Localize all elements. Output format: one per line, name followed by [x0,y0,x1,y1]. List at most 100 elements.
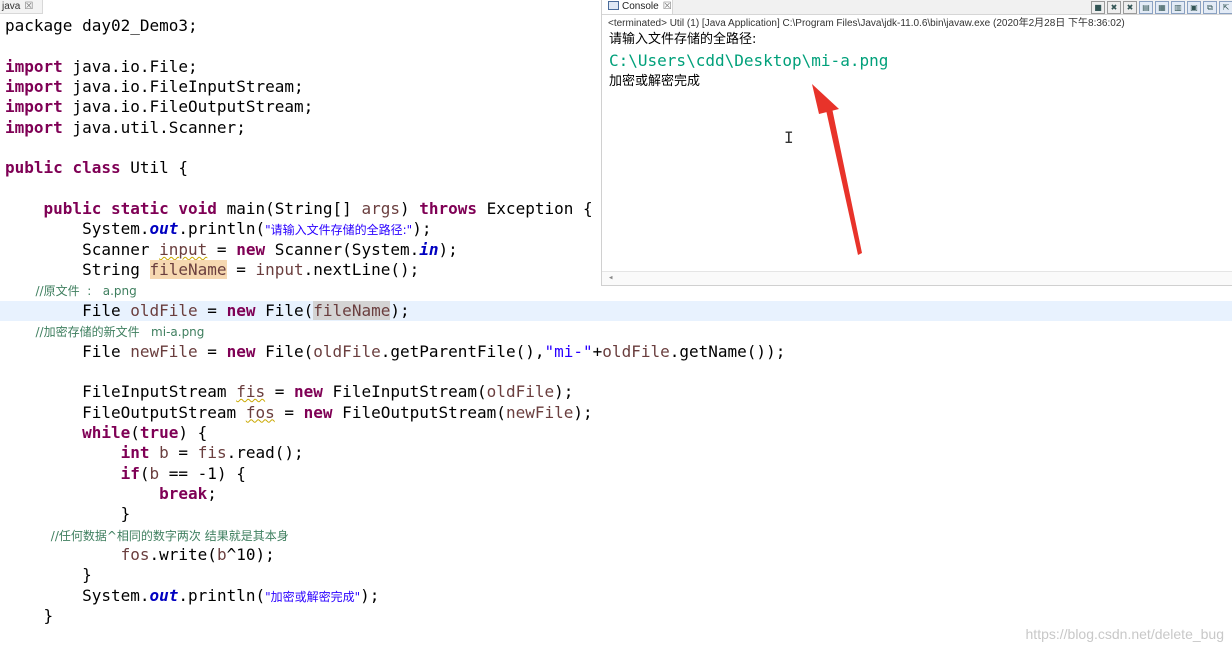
horizontal-scrollbar[interactable]: ◂ [602,271,1232,285]
variable: oldFile [486,382,555,402]
variable: newFile [505,402,574,422]
keyword: new [226,300,256,320]
keyword: public [43,199,102,219]
editor-tab[interactable]: java ☒ [0,0,43,14]
keyword: new [236,239,266,259]
variable: input [159,239,208,259]
variable: fos [245,402,275,422]
console-output[interactable]: 请输入文件存储的全路径: C:\Users\cdd\Desktop\mi-a.p… [602,30,1232,92]
remove-launch-icon[interactable]: ✖ [1107,1,1121,14]
code-text: ); [554,382,574,402]
display-selected-console-icon[interactable]: ⧉ [1203,1,1217,14]
code-text: } [5,504,131,524]
close-icon[interactable]: ☒ [24,1,33,12]
code-text: = [265,382,294,402]
variable: fileName [313,300,391,320]
variable: b [159,443,169,463]
comment: //原文件 : a.png [5,284,137,299]
code-line-27: fos.write(b^10); [0,545,1232,565]
keyword: static [110,199,169,219]
keyword: true [139,422,179,442]
code-text: + [592,341,603,361]
static-field: out [149,219,179,239]
code-line-16: //加密存储的新文件 mi-a.png [0,321,1232,341]
code-text: = [197,341,227,361]
code-line-23: if(b == -1) { [0,464,1232,484]
variable: newFile [130,341,198,361]
code-text: == -1) { [159,463,246,483]
code-text: package day02_Demo3; [5,16,198,35]
keyword: import [5,97,63,117]
code-text: java.io.FileInputStream; [62,77,304,97]
code-line-21: while(true) { [0,423,1232,443]
keyword: import [5,77,63,97]
code-text: .nextLine(); [303,260,420,280]
code-text: ); [390,300,410,320]
code-text: } [5,565,92,585]
keyword: while [82,422,131,442]
code-line-19: FileInputStream fis = new FileInputStrea… [0,382,1232,402]
code-line-25: } [0,504,1232,524]
variable: args [361,199,400,219]
code-text: File [5,300,131,320]
variable: fos [120,544,150,564]
scroll-left-arrow-icon[interactable]: ◂ [608,272,613,285]
code-text: .write( [149,544,217,564]
code-text: ; [207,483,217,503]
terminate-icon[interactable]: ■ [1091,1,1105,14]
keyword: import [5,117,63,137]
variable: fis [236,382,266,402]
watermark: https://blog.csdn.net/delete_bug [1025,626,1224,642]
code-line-26: //任何数据^相同的数字两次 结果就是其本身 [0,525,1232,545]
code-text: .getParentFile(), [380,341,545,361]
variable: input [255,260,304,280]
code-text: .getName()); [669,341,786,361]
tab-console[interactable]: Console ☒ [602,0,673,14]
code-text: = [168,443,198,463]
code-text: System. [5,219,150,239]
variable: oldFile [130,300,198,320]
comment: //加密存储的新文件 mi-a.png [5,325,205,340]
keyword: new [294,382,323,402]
code-line-29: System.out.println("加密或解密完成"); [0,586,1232,606]
code-text: = [197,300,227,320]
word-wrap-icon[interactable]: ▥ [1171,1,1185,14]
console-prompt: 请输入文件存储的全路径: [609,32,757,47]
code-text: System. [5,585,150,605]
open-console-icon[interactable]: ⇱ [1219,1,1232,14]
pin-console-icon[interactable]: ▣ [1187,1,1201,14]
code-text: ); [360,585,380,605]
comment: //任何数据^相同的数字两次 结果就是其本身 [5,528,289,543]
console-user-input: C:\Users\cdd\Desktop\mi-a.png [609,51,889,70]
variable: b [149,463,160,483]
clear-console-icon[interactable]: ▤ [1139,1,1153,14]
console-icon [608,1,619,10]
string-literal: "mi-" [544,341,593,361]
code-text: Scanner(System. [265,239,420,259]
keyword: int [120,443,150,463]
code-text: java.io.FileOutputStream; [62,97,314,117]
code-text: = [274,402,304,422]
code-text: .println( [178,585,266,605]
keyword: throws [419,199,478,219]
code-text: FileOutputStream( [332,402,506,422]
code-text: = [226,260,256,280]
close-icon[interactable]: ☒ [663,1,672,12]
code-text: FileInputStream [5,382,237,402]
scroll-lock-icon[interactable]: ▦ [1155,1,1169,14]
console-view[interactable]: Console ☒ ■ ✖ ✖ ▤ ▦ ▥ ▣ ⧉ ⇱ <terminated> … [601,0,1232,286]
remove-all-terminated-icon[interactable]: ✖ [1123,1,1137,14]
code-line-17: File newFile = new File(oldFile.getParen… [0,342,1232,362]
code-text: } [5,605,54,625]
code-line-30: } [0,606,1232,626]
code-text: ); [438,239,458,259]
code-line-22: int b = fis.read(); [0,443,1232,463]
keyword: if [120,463,140,483]
string-literal: "加密或解密完成" [265,589,361,604]
editor-tab-label: java [2,1,21,12]
code-text: ^10); [226,544,275,564]
